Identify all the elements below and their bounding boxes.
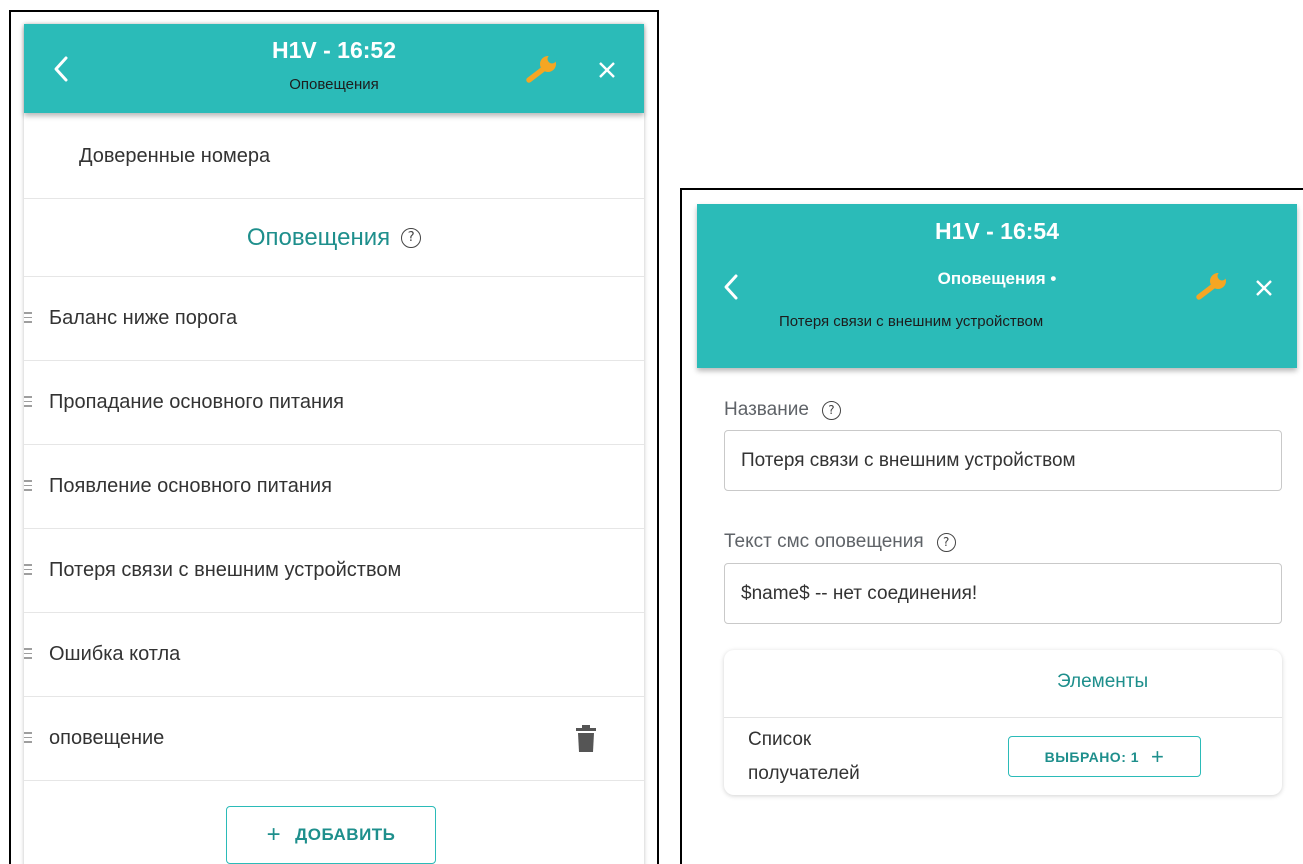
plus-icon: + xyxy=(266,821,282,848)
sms-label-text: Текст смс оповещения xyxy=(724,531,924,552)
settings-button[interactable] xyxy=(524,53,558,87)
name-field-label: Название ? xyxy=(724,399,841,421)
app-header: H1V - 16:52 Оповещения xyxy=(24,24,644,113)
notification-edit-screen: H1V - 16:54 Оповещения • Потеря связи с … xyxy=(697,204,1297,844)
notification-item[interactable]: Потеря связи с внешним устройством xyxy=(24,529,644,613)
close-icon xyxy=(1256,280,1272,296)
notification-item[interactable]: Ошибка котла xyxy=(24,613,644,697)
wrench-icon xyxy=(526,54,557,83)
drag-handle-icon[interactable] xyxy=(24,564,34,577)
notification-label: Баланс ниже порога xyxy=(49,307,238,329)
add-button-area: + ДОБАВИТЬ xyxy=(24,781,644,864)
sms-text-input[interactable]: $name$ -- нет соединения! xyxy=(724,563,1282,624)
help-icon[interactable]: ? xyxy=(821,400,841,420)
drag-handle-icon[interactable] xyxy=(24,396,34,409)
select-recipients-button[interactable]: ВЫБРАНО: 1 + xyxy=(1008,736,1201,777)
add-button-label: ДОБАВИТЬ xyxy=(295,825,396,844)
delete-button[interactable] xyxy=(576,725,596,753)
close-icon xyxy=(599,62,615,78)
notification-label: Пропадание основного питания xyxy=(49,391,344,413)
plus-icon: + xyxy=(1151,743,1165,769)
section-title: Оповещения xyxy=(246,223,391,251)
drag-handle-icon[interactable] xyxy=(24,312,34,325)
selected-count-label: ВЫБРАНО: 1 xyxy=(1044,748,1140,765)
right-screenshot-frame: H1V - 16:54 Оповещения • Потеря связи с … xyxy=(680,188,1303,864)
drag-handle-icon[interactable] xyxy=(24,648,34,661)
notification-label: Ошибка котла xyxy=(49,643,181,665)
left-screenshot-frame: H1V - 16:52 Оповещения Доверенные номера xyxy=(9,10,659,864)
drag-handle-icon[interactable] xyxy=(24,480,34,493)
trusted-numbers-label: Доверенные номера xyxy=(79,145,271,167)
trusted-numbers-item[interactable]: Доверенные номера xyxy=(24,113,644,199)
trash-icon xyxy=(576,725,596,752)
notification-label: оповещение xyxy=(49,727,165,749)
wrench-icon xyxy=(1196,271,1227,300)
notification-item[interactable]: Появление основного питания xyxy=(24,445,644,529)
help-icon[interactable]: ? xyxy=(401,227,422,248)
drag-handle-icon[interactable] xyxy=(24,732,34,745)
sms-field-label: Текст смс оповещения ? xyxy=(724,531,956,553)
help-icon[interactable]: ? xyxy=(936,532,956,552)
name-input[interactable]: Потеря связи с внешним устройством xyxy=(724,430,1282,491)
app-header: H1V - 16:54 Оповещения • Потеря связи с … xyxy=(697,204,1297,368)
close-button[interactable] xyxy=(595,58,619,82)
notification-item[interactable]: Пропадание основного питания xyxy=(24,361,644,445)
notification-label: Появление основного питания xyxy=(49,475,332,497)
notification-label: Потеря связи с внешним устройством xyxy=(49,559,402,581)
header-detail: Потеря связи с внешним устройством xyxy=(779,313,1044,330)
elements-card: Элементы Список получателей ВЫБРАНО: 1 + xyxy=(724,650,1282,795)
notification-item[interactable]: Баланс ниже порога xyxy=(24,277,644,361)
settings-button[interactable] xyxy=(1194,270,1228,304)
notification-item[interactable]: оповещение xyxy=(24,697,644,781)
close-button[interactable] xyxy=(1252,276,1276,300)
notifications-list-screen: H1V - 16:52 Оповещения Доверенные номера xyxy=(24,24,644,864)
name-label-text: Название xyxy=(724,399,809,420)
add-notification-button[interactable]: + ДОБАВИТЬ xyxy=(226,806,436,864)
elements-card-header: Элементы xyxy=(724,650,1282,718)
device-title: H1V - 16:54 xyxy=(934,218,1059,244)
elements-title: Элементы xyxy=(1057,671,1149,692)
notifications-section-header: Оповещения ? xyxy=(24,199,644,277)
recipients-list-label: Список получателей xyxy=(748,729,860,784)
